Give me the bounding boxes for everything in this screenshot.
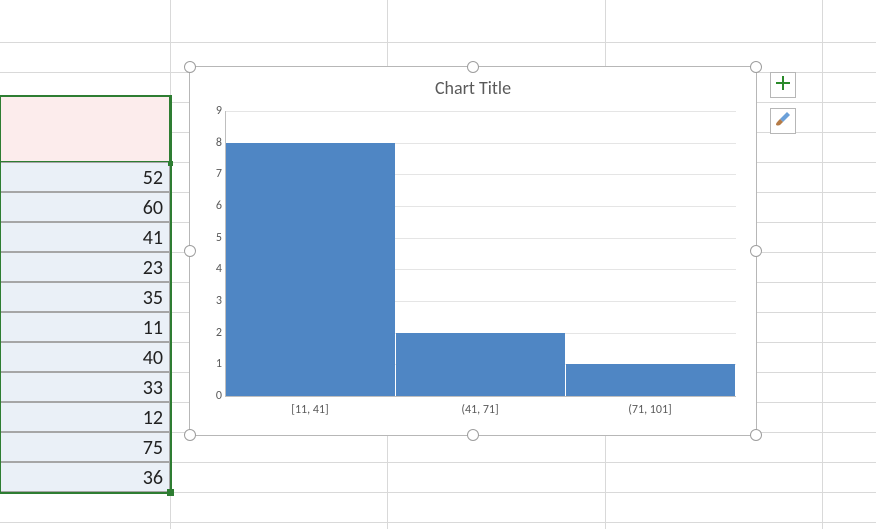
- x-tick-label: (71, 101]: [628, 403, 671, 417]
- histogram-bar[interactable]: [226, 143, 395, 396]
- y-tick-label: 6: [202, 199, 222, 213]
- y-tick-label: 5: [202, 231, 222, 245]
- resize-handle[interactable]: [184, 61, 196, 73]
- chart-title[interactable]: Chart Title: [190, 77, 756, 99]
- resize-handle[interactable]: [750, 61, 762, 73]
- y-tick-label: 3: [202, 294, 222, 308]
- cell[interactable]: 35: [0, 282, 170, 312]
- resize-handle[interactable]: [467, 61, 479, 73]
- chart-styles-button[interactable]: [770, 108, 796, 134]
- resize-handle[interactable]: [467, 429, 479, 441]
- histogram-bar[interactable]: [396, 333, 565, 396]
- y-tick-label: 1: [202, 357, 222, 371]
- cell[interactable]: 40: [0, 342, 170, 372]
- y-tick-label: 7: [202, 167, 222, 181]
- y-tick-label: 2: [202, 326, 222, 340]
- cell[interactable]: 12: [0, 402, 170, 432]
- cell[interactable]: 11: [0, 312, 170, 342]
- chart-elements-button[interactable]: [770, 72, 796, 98]
- cell[interactable]: 33: [0, 372, 170, 402]
- y-tick-label: 4: [202, 262, 222, 276]
- cell[interactable]: 41: [0, 222, 170, 252]
- paintbrush-icon: [775, 111, 791, 132]
- resize-handle[interactable]: [750, 245, 762, 257]
- cell[interactable]: 52: [0, 162, 170, 192]
- cell[interactable]: 36: [0, 462, 170, 492]
- chart-object[interactable]: Chart Title 0123456789 [11, 41](41, 71](…: [189, 66, 757, 436]
- resize-handle[interactable]: [184, 429, 196, 441]
- resize-handle[interactable]: [750, 429, 762, 441]
- chart-x-axis: [11, 41] (41, 71] (71, 101]: [225, 403, 736, 423]
- resize-handle[interactable]: [184, 245, 196, 257]
- chart-plot-area[interactable]: 0123456789: [225, 111, 736, 397]
- y-tick-label: 0: [202, 389, 222, 403]
- cell-selected-header[interactable]: [0, 95, 170, 162]
- y-tick-label: 9: [202, 104, 222, 118]
- x-tick-label: (41, 71]: [461, 403, 498, 417]
- plus-icon: [776, 76, 790, 95]
- x-tick-label: [11, 41]: [291, 403, 328, 417]
- y-tick-label: 8: [202, 136, 222, 150]
- cell[interactable]: 75: [0, 432, 170, 462]
- histogram-bar[interactable]: [566, 364, 735, 396]
- cell[interactable]: 60: [0, 192, 170, 222]
- cell[interactable]: 23: [0, 252, 170, 282]
